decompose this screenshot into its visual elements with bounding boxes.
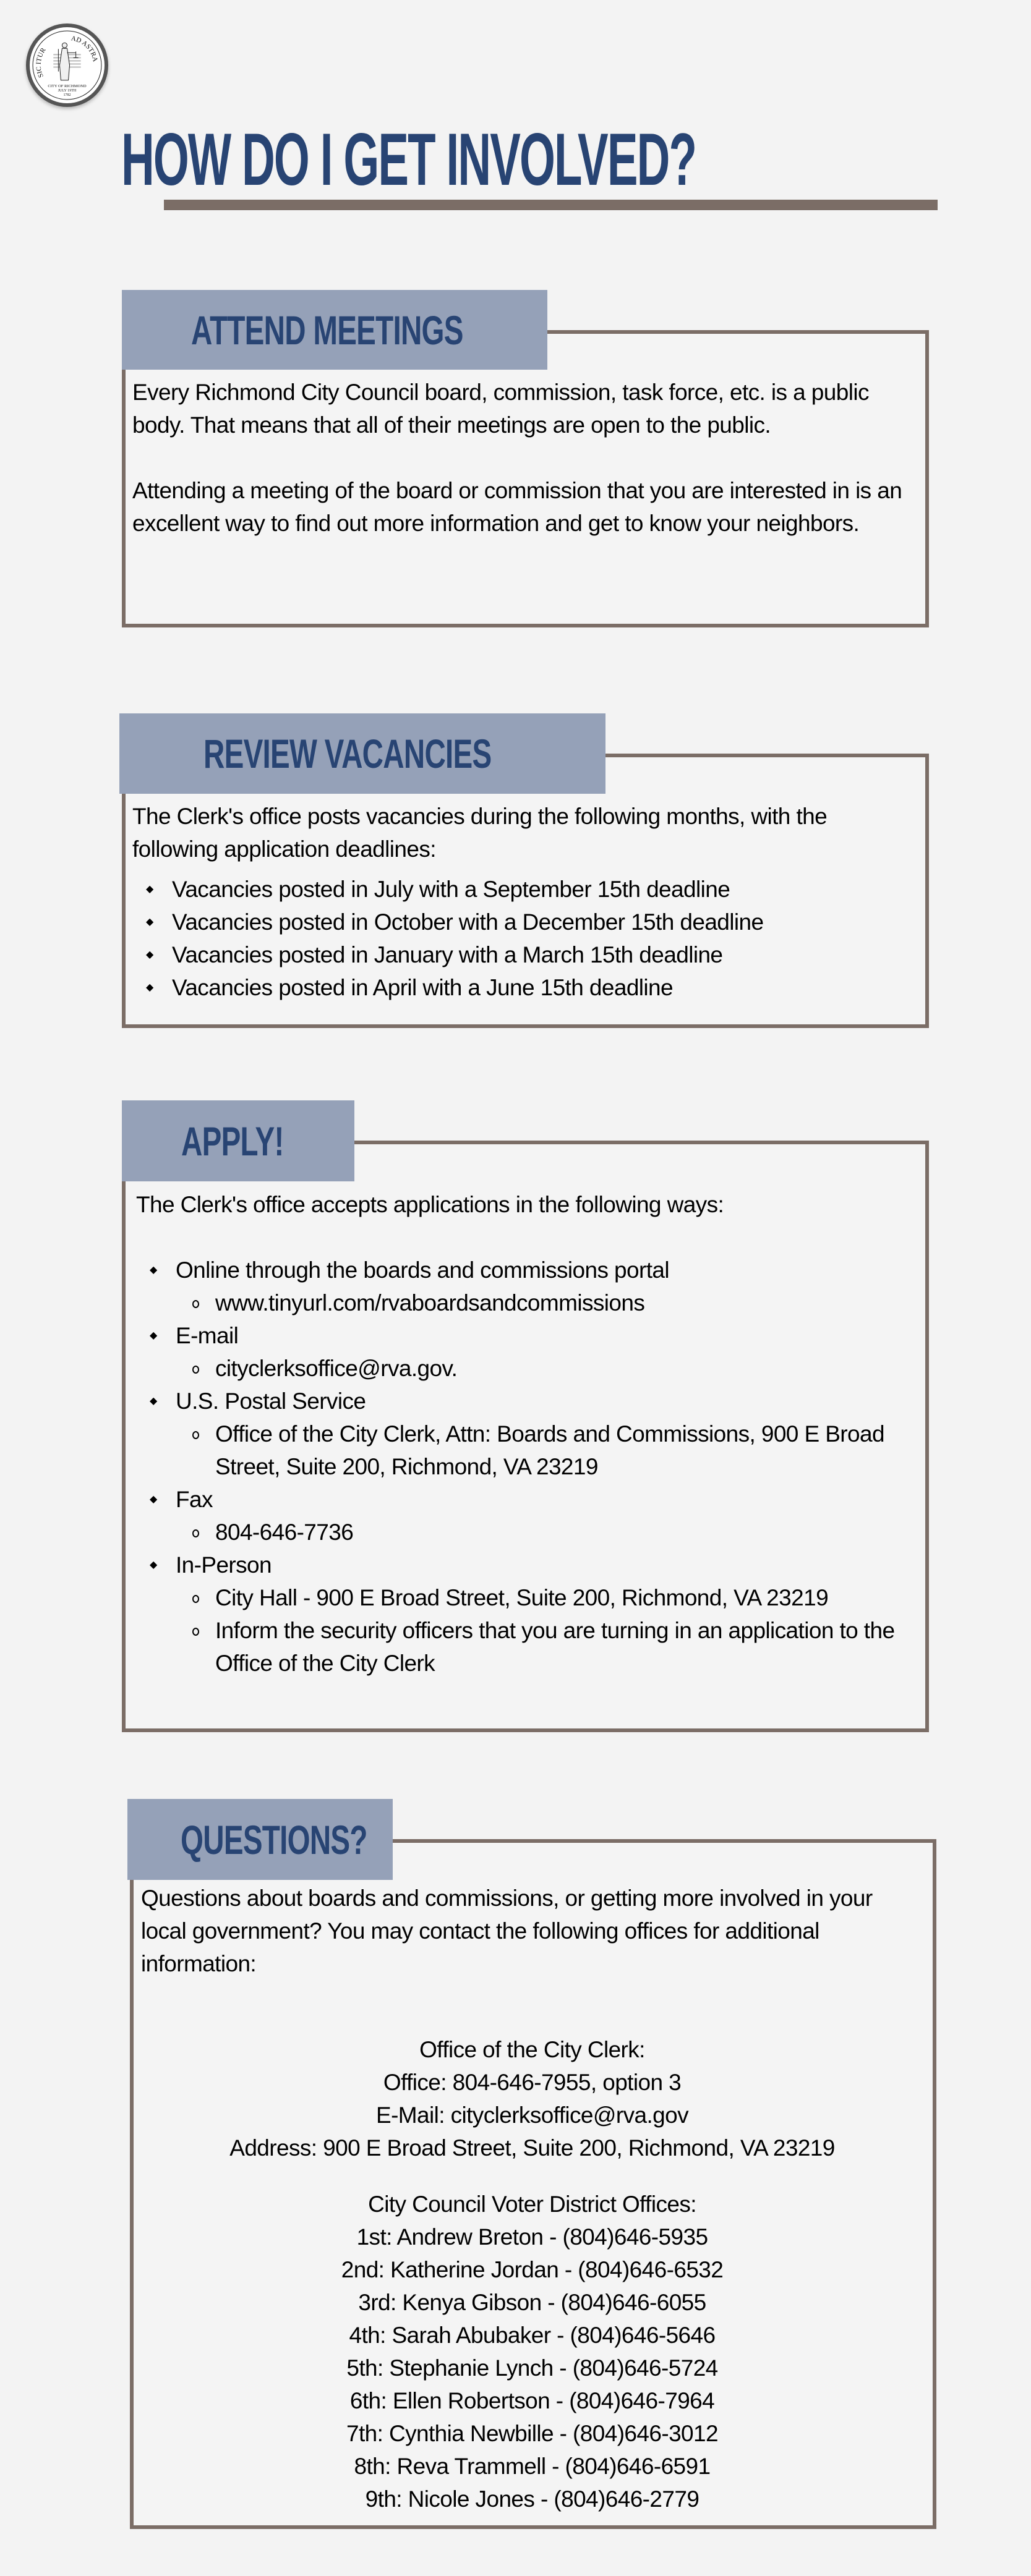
apply-method-online: Online through the boards and commission… [136,1254,915,1319]
attend-meetings-body: Every Richmond City Council board, commi… [132,376,905,540]
seal-city-name: CITY OF RICHMOND [48,84,87,88]
vacancy-item: Vacancies posted in October with a Decem… [132,906,912,938]
attend-paragraph: Attending a meeting of the board or comm… [132,478,902,536]
city-clerk-contact: Office of the City Clerk: Office: 804-64… [141,2033,923,2164]
apply-heading: APPLY! [181,1118,284,1164]
review-vacancies-heading: REVIEW VACANCIES [203,731,492,776]
seal-date: JULY 19TH [58,89,77,93]
seal-year: 1782 [63,93,71,97]
city-clerk-phone[interactable]: Office: 804-646-7955, option 3 [141,2066,923,2099]
apply-postal-address: Office of the City Clerk, Attn: Boards a… [136,1418,915,1483]
apply-intro: The Clerk's office accepts applications … [136,1192,724,1217]
district-office-item: 7th: Cynthia Newbille - (804)646-3012 [346,2421,719,2446]
apply-method-in-person: In-Person City Hall - 900 E Broad Street… [136,1549,915,1680]
apply-method-label: E-mail [176,1323,239,1348]
apply-in-person-address: City Hall - 900 E Broad Street, Suite 20… [136,1581,915,1614]
vacancies-list: Vacancies posted in July with a Septembe… [132,873,912,1004]
questions-heading: QUESTIONS? [181,1816,367,1863]
district-office-item: 9th: Nicole Jones - (804)646-2779 [365,2486,699,2512]
apply-header-tab: APPLY! [122,1100,354,1181]
review-vacancies-header-tab: REVIEW VACANCIES [119,713,605,794]
apply-method-label: In-Person [176,1552,272,1578]
title-underline-divider [164,200,938,210]
city-seal-logo: SIC ITUR AD ASTRA CITY OF RICHMOND JULY … [26,23,108,107]
vacancies-intro: The Clerk's office posts vacancies durin… [132,804,828,862]
city-clerk-address: Address: 900 E Broad Street, Suite 200, … [229,2135,835,2161]
district-offices: City Council Voter District Offices: 1st… [141,2188,923,2515]
apply-method-label: Fax [176,1487,213,1512]
apply-portal-link[interactable]: www.tinyurl.com/rvaboardsandcommissions [136,1286,915,1319]
apply-method-postal: U.S. Postal Service Office of the City C… [136,1385,915,1483]
apply-body: The Clerk's office accepts applications … [136,1188,915,1680]
district-office-item: 3rd: Kenya Gibson - (804)646-6055 [358,2290,706,2315]
district-office-item: 5th: Stephanie Lynch - (804)646-5724 [346,2355,718,2381]
page-title: HOW DO I GET INVOLVED? [121,118,697,201]
questions-body: Questions about boards and commissions, … [141,1882,923,2515]
questions-intro: Questions about boards and commissions, … [141,1885,873,1976]
seal-icon: SIC ITUR AD ASTRA CITY OF RICHMOND JULY … [32,30,102,100]
questions-header-tab: QUESTIONS? [127,1799,393,1880]
district-office-item: 8th: Reva Trammell - (804)646-6591 [354,2454,711,2479]
district-office-item: 2nd: Katherine Jordan - (804)646-6532 [341,2257,724,2282]
apply-in-person-note: Inform the security officers that you ar… [136,1614,915,1680]
vacancy-item: Vacancies posted in July with a Septembe… [132,873,912,906]
city-clerk-email[interactable]: E-Mail: cityclerksoffice@rva.gov [141,2099,923,2132]
city-clerk-heading: Office of the City Clerk: [419,2037,645,2062]
attend-paragraph: Every Richmond City Council board, commi… [132,380,869,438]
apply-method-email: E-mail cityclerksoffice@rva.gov. [136,1319,915,1385]
district-offices-heading: City Council Voter District Offices: [368,2191,696,2217]
attend-meetings-heading: ATTEND MEETINGS [191,307,463,353]
apply-method-label: U.S. Postal Service [176,1388,366,1414]
apply-email-link[interactable]: cityclerksoffice@rva.gov. [136,1352,915,1385]
vacancy-item: Vacancies posted in April with a June 15… [132,971,912,1004]
apply-methods-list: Online through the boards and commission… [136,1254,915,1680]
review-vacancies-body: The Clerk's office posts vacancies durin… [132,800,912,1004]
vacancy-item: Vacancies posted in January with a March… [132,938,912,971]
apply-fax-number: 804-646-7736 [136,1516,915,1549]
district-office-item: 6th: Ellen Robertson - (804)646-7964 [349,2388,715,2413]
apply-method-label: Online through the boards and commission… [176,1257,670,1283]
page-title-wrapper: HOW DO I GET INVOLVED? [121,121,938,198]
apply-method-fax: Fax 804-646-7736 [136,1483,915,1549]
attend-meetings-header-tab: ATTEND MEETINGS [122,290,547,370]
district-office-item: 4th: Sarah Abubaker - (804)646-5646 [349,2323,716,2348]
district-office-item: 1st: Andrew Breton - (804)646-5935 [356,2224,708,2250]
